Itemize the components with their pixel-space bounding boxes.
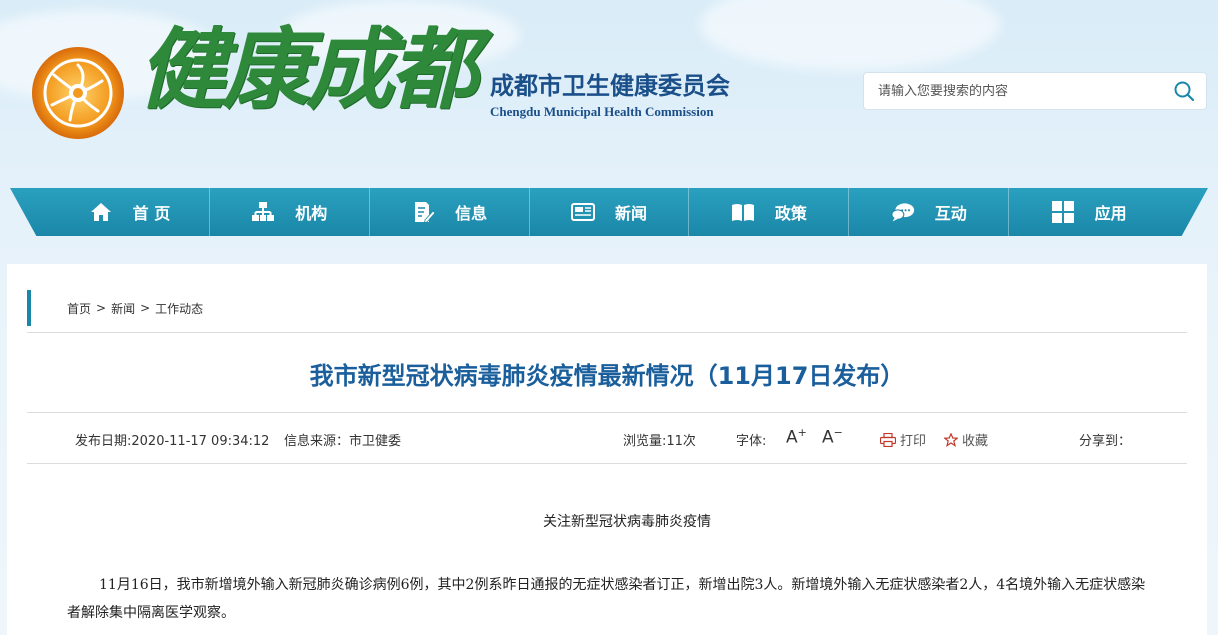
nav-item-label: 机构 [295, 204, 328, 223]
divider [27, 463, 1187, 464]
document-edit-icon [415, 202, 436, 224]
nav-item-org[interactable]: 机构 [210, 188, 370, 236]
breadcrumb-separator: > [96, 301, 107, 315]
divider [27, 332, 1187, 333]
nav-item-label: 互动 [934, 204, 967, 223]
site-logo-title[interactable]: 健康成都 [138, 25, 478, 113]
nav-item-label: 首 页 [132, 204, 171, 223]
favorite-button[interactable]: 收藏 [944, 430, 988, 449]
article-title: 我市新型冠状病毒肺炎疫情最新情况（11月17日发布） [309, 362, 905, 390]
breadcrumb-work-updates[interactable]: 工作动态 [155, 300, 203, 317]
publish-date: 发布日期:2020-11-17 09:34:12 [75, 434, 270, 449]
breadcrumb-news[interactable]: 新闻 [111, 300, 135, 317]
nav-item-news[interactable]: 新闻 [530, 188, 690, 236]
search-icon[interactable] [1172, 79, 1196, 103]
decor-cloud [700, 0, 1000, 70]
org-name-cn: 成都市卫生健康委员会 [490, 71, 730, 100]
search-box [863, 72, 1207, 110]
printer-icon [880, 432, 896, 447]
article-meta: 发布日期:2020-11-17 09:34:12 信息来源：市卫健委 浏览量:1… [7, 426, 1207, 449]
nav-item-info[interactable]: 信息 [370, 188, 530, 236]
share-label: 分享到： [1079, 434, 1132, 449]
nav-item-label: 信息 [455, 204, 488, 223]
search-input[interactable] [878, 83, 1172, 99]
divider [27, 412, 1187, 413]
article-paragraph: 11月16日，我市新增境外输入新冠肺炎确诊病例6例，其中2例系昨日通报的无症状感… [67, 577, 1146, 621]
font-increase-button[interactable]: A+ [786, 426, 807, 448]
org-chart-icon [252, 202, 275, 221]
font-size-label: 字体: [736, 434, 767, 449]
apps-grid-icon [1051, 201, 1074, 223]
star-icon [944, 432, 958, 447]
font-decrease-button[interactable]: A− [822, 426, 843, 448]
font-decrease-label: A [822, 427, 834, 448]
nav-item-label: 应用 [1094, 204, 1127, 223]
site-header: 健康成都 成都市卫生健康委员会 Chengdu Municipal Health… [0, 0, 1218, 190]
sun-bird-logo-icon[interactable] [30, 45, 126, 141]
nav-item-interact[interactable]: 互动 [849, 188, 1010, 236]
breadcrumb: 首页 > 新闻 > 工作动态 [27, 290, 203, 326]
breadcrumb-home[interactable]: 首页 [67, 300, 91, 317]
book-icon [731, 204, 754, 221]
article-intro: 关注新型冠状病毒肺炎疫情 [543, 514, 711, 530]
chat-bubbles-icon [891, 203, 914, 222]
view-count: 浏览量:11次 [623, 434, 696, 449]
org-name-en: Chengdu Municipal Health Commission [490, 104, 714, 119]
nav-item-label: 新闻 [615, 204, 648, 223]
print-button[interactable]: 打印 [880, 430, 926, 449]
breadcrumb-separator: > [140, 301, 151, 315]
nav-item-home[interactable]: 首 页 [50, 188, 210, 236]
home-icon [90, 203, 111, 221]
nav-item-label: 政策 [774, 204, 807, 223]
info-source: 信息来源：市卫健委 [284, 434, 402, 449]
font-increase-label: A [786, 427, 798, 448]
article-panel: 首页 > 新闻 > 工作动态 我市新型冠状病毒肺炎疫情最新情况（11月17日发布… [7, 264, 1207, 635]
nav-item-policy[interactable]: 政策 [689, 188, 850, 236]
nav-item-apps[interactable]: 应用 [1009, 188, 1168, 236]
favorite-label: 收藏 [962, 434, 989, 449]
main-nav: 首 页 机构 信息 新闻 政策 互动 应用 [0, 188, 1218, 236]
newspaper-icon [571, 203, 595, 221]
print-label: 打印 [900, 434, 927, 449]
